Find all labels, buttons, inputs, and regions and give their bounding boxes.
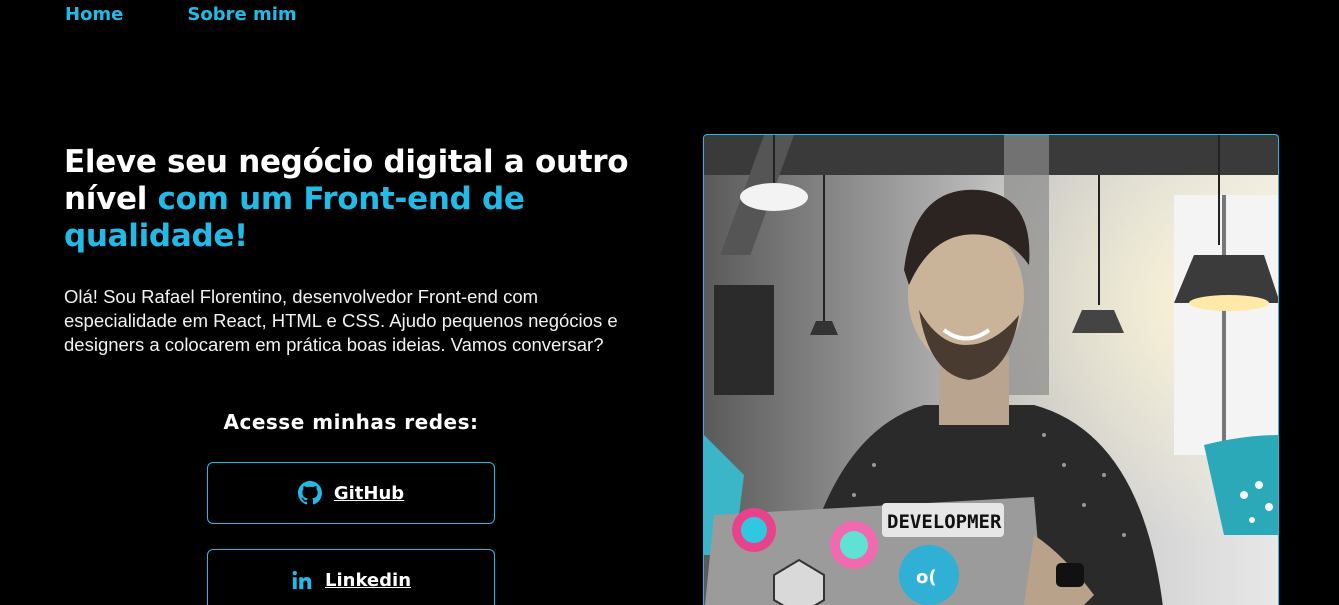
- svg-text:o(: o(: [916, 567, 937, 588]
- linkedin-button[interactable]: Linkedin: [207, 549, 495, 605]
- laptop-sticker-text: DEVELOPMER: [887, 511, 1002, 533]
- github-button[interactable]: GitHub: [207, 462, 495, 524]
- linkedin-icon: [291, 569, 313, 591]
- github-icon: [297, 481, 322, 505]
- top-nav: Home Sobre mim: [65, 4, 297, 25]
- github-button-label: GitHub: [333, 482, 405, 504]
- developer-illustration: o( DEVELOPMER: [704, 135, 1278, 605]
- social-heading: Acesse minhas redes:: [223, 410, 479, 434]
- hero-intro: Olá! Sou Rafael Florentino, desenvolvedo…: [64, 286, 618, 355]
- nav-home-link[interactable]: Home: [65, 4, 123, 25]
- hero-title: Eleve seu negócio digital a outro nível …: [64, 144, 664, 255]
- developer-photo: o( DEVELOPMER: [703, 134, 1279, 605]
- nav-about-link[interactable]: Sobre mim: [187, 4, 296, 25]
- linkedin-button-label: Linkedin: [324, 569, 412, 591]
